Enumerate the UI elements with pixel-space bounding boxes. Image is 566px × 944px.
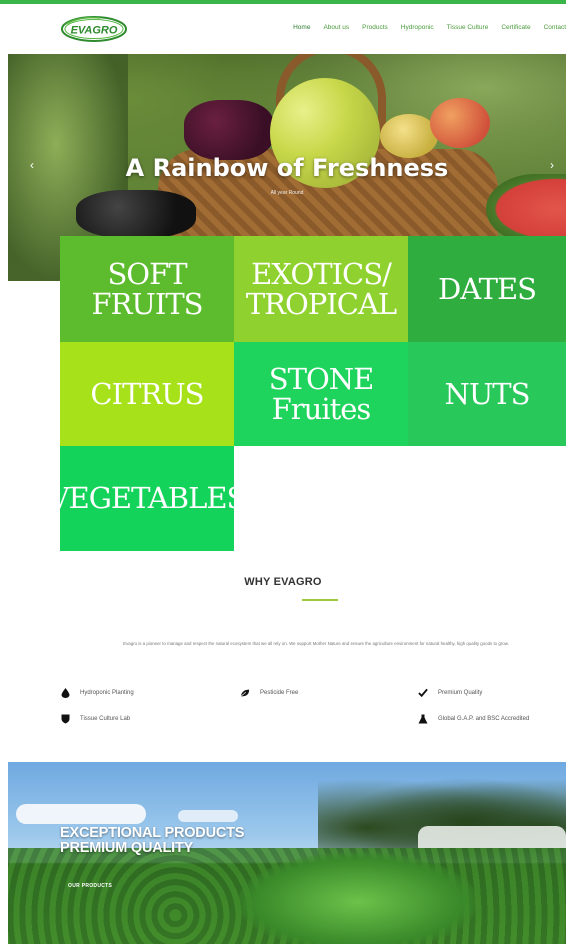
- evagro-logo[interactable]: EVAGRO: [60, 14, 128, 44]
- nav-hydroponic[interactable]: Hydroponic: [401, 24, 434, 31]
- nav-contact[interactable]: Contact: [544, 24, 566, 31]
- category-tile-nuts[interactable]: NUTS: [408, 342, 566, 446]
- feature-hydroponic-planting: Hydroponic Planting: [60, 688, 134, 698]
- why-evagro-description: Evagro is a pioneer to manage and respec…: [123, 641, 509, 646]
- peach-image: [430, 98, 490, 148]
- feature-premium-quality: Premium Quality: [418, 688, 482, 698]
- feature-label: Premium Quality: [438, 690, 483, 696]
- hero-title: A Rainbow of Freshness: [125, 154, 449, 182]
- feature-label: Global G.A.P. and BSC Accredited: [438, 716, 530, 722]
- category-tile-soft-fruits[interactable]: SOFT FRUITS: [60, 236, 234, 342]
- banner-title-line-1: EXCEPTIONAL PRODUCTS: [60, 825, 245, 841]
- nav-tissue-culture[interactable]: Tissue Culture: [447, 24, 489, 31]
- hero-subtitle: All year Round: [270, 190, 304, 196]
- heading-divider: [302, 599, 338, 601]
- nav-home[interactable]: Home: [293, 24, 310, 31]
- banner-title: EXCEPTIONAL PRODUCTS PREMIUM QUALITY: [60, 826, 244, 856]
- category-tile-dates[interactable]: DATES: [408, 236, 566, 342]
- feature-label: Hydroponic Planting: [80, 690, 134, 696]
- feature-pesticide-free: Pesticide Free: [240, 688, 298, 698]
- feature-label: Tissue Culture Lab: [80, 716, 131, 722]
- banner-title-line-2: PREMIUM QUALITY: [60, 840, 194, 856]
- watermelon-image: [486, 174, 566, 244]
- nav-about-us[interactable]: About us: [323, 24, 349, 31]
- foreground-leaves-image: [238, 852, 478, 944]
- logo-text: EVAGRO: [71, 25, 118, 37]
- check-icon: [418, 688, 428, 698]
- logo-icon: EVAGRO: [61, 16, 127, 42]
- cloud-shape: [16, 804, 146, 824]
- nav-certificate[interactable]: Certificate: [501, 24, 530, 31]
- category-tile-vegetables[interactable]: VEGETABLES: [49, 446, 246, 551]
- shield-icon: [60, 714, 70, 724]
- our-products-button[interactable]: OUR PRODUCTS: [68, 883, 112, 889]
- category-tile-exotics-tropical[interactable]: EXOTICS/ TROPICAL: [234, 236, 408, 342]
- nav-products[interactable]: Products: [362, 24, 388, 31]
- why-evagro-heading: WHY EVAGRO: [244, 576, 322, 588]
- plums-image: [184, 100, 274, 160]
- site-header: EVAGRO Home About us Products Hydroponic…: [8, 4, 566, 54]
- drop-icon: [60, 688, 70, 698]
- feature-tissue-culture-lab: Tissue Culture Lab: [60, 714, 130, 724]
- dark-grapes-image: [76, 190, 196, 238]
- greenhouse-image: [418, 826, 566, 848]
- quality-banner: EXCEPTIONAL PRODUCTS PREMIUM QUALITY OUR…: [8, 762, 566, 944]
- cloud-shape: [178, 810, 238, 822]
- category-tile-stone-fruites[interactable]: STONE Fruites: [234, 342, 408, 446]
- leaf-icon: [240, 688, 250, 698]
- feature-global-gap-accredited: Global G.A.P. and BSC Accredited: [418, 714, 529, 724]
- feature-label: Pesticide Free: [260, 690, 299, 696]
- main-nav: Home About us Products Hydroponic Tissue…: [293, 24, 566, 31]
- flask-icon: [418, 714, 428, 724]
- category-tile-citrus[interactable]: CITRUS: [60, 342, 234, 446]
